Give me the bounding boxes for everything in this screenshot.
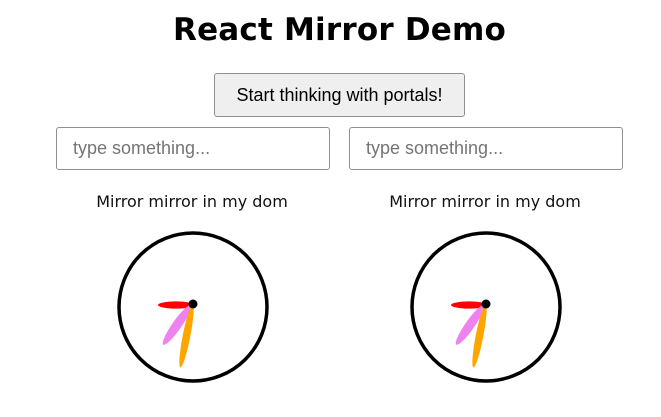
- clock-center-dot: [481, 299, 491, 309]
- mirror-clock-right: [410, 231, 562, 383]
- mirror-input-right[interactable]: [349, 127, 623, 170]
- start-portals-button[interactable]: Start thinking with portals!: [214, 73, 465, 117]
- app-page: React Mirror Demo Start thinking with po…: [0, 0, 661, 417]
- mirror-caption-left: Mirror mirror in my dom: [96, 192, 288, 211]
- mirror-caption-right: Mirror mirror in my dom: [389, 192, 581, 211]
- mirror-clock-left: [117, 231, 269, 383]
- mirror-input-left[interactable]: [56, 127, 330, 170]
- clock-center-dot: [188, 299, 198, 309]
- page-title: React Mirror Demo: [173, 12, 506, 48]
